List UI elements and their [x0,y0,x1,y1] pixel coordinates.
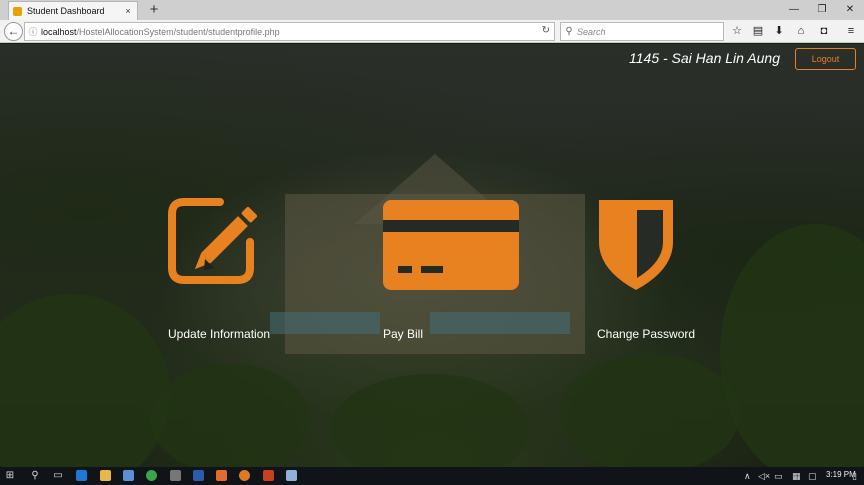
credit-card-icon[interactable] [383,198,523,290]
edge-icon[interactable] [76,470,87,481]
menu-icon[interactable]: ≡ [842,23,860,40]
firefox-icon[interactable] [239,470,250,481]
network-icon[interactable]: ▦ [792,469,801,483]
user-label: 1145 - Sai Han Lin Aung [629,50,780,66]
pocket-icon[interactable]: ◘ [815,23,833,40]
update-information-label[interactable]: Update Information [168,327,270,341]
shield-icon[interactable] [597,198,677,292]
update-information-action[interactable]: Update Information [168,198,328,341]
app-icon[interactable] [170,470,181,481]
pay-bill-action[interactable]: Pay Bill [383,198,543,341]
url-bar[interactable]: ⓘ localhost /HostelAllocationSystem/stud… [24,22,555,41]
sublime-icon[interactable] [216,470,227,481]
os-taskbar: ⊞ ⚲ ▭ ∧ ◁× ▭ ▦ ▢ 3:19 PM ▯ [0,467,864,485]
home-icon[interactable]: ⌂ [792,23,810,40]
edit-icon[interactable] [168,198,278,284]
bookmark-star-icon[interactable]: ☆ [728,23,746,40]
new-tab-button[interactable]: + [145,1,163,19]
background-tree [330,374,530,467]
task-view-icon[interactable]: ▭ [52,470,64,482]
file-explorer-icon[interactable] [100,470,111,481]
change-password-action[interactable]: Change Password [597,198,757,341]
tab-title: Student Dashboard [27,6,105,16]
reload-icon[interactable]: ↻ [542,25,550,36]
site-info-icon[interactable]: ⓘ [25,25,41,38]
background-roof [270,312,380,334]
download-icon[interactable]: ⬇ [770,23,788,40]
store-icon[interactable] [123,470,134,481]
reading-list-icon[interactable]: ▤ [749,23,767,40]
url-host: localhost [41,26,77,37]
app-icon[interactable] [146,470,157,481]
search-icon: ⚲ [565,26,573,37]
restore-icon[interactable]: ❐ [808,0,836,20]
notification-icon[interactable]: ▢ [808,469,817,483]
powerpoint-icon[interactable] [263,470,274,481]
change-password-label[interactable]: Change Password [597,327,695,341]
action-center-icon[interactable]: ▯ [852,469,857,483]
background-tree [150,364,310,467]
word-icon[interactable] [193,470,204,481]
battery-icon[interactable]: ▭ [774,469,783,483]
url-path: /HostelAllocationSystem/student/studentp… [76,26,280,37]
favicon-icon [13,6,22,16]
pay-bill-label[interactable]: Pay Bill [383,327,423,341]
windows-start-icon[interactable]: ⊞ [4,470,16,482]
app-icon[interactable] [286,470,297,481]
tab-close-button[interactable]: × [123,6,133,16]
search-input[interactable]: Search [577,27,606,37]
minimize-icon[interactable]: — [780,0,808,20]
background-roof [430,312,570,334]
search-bar[interactable]: ⚲ Search [560,22,724,41]
browser-nav-bar: ← ⓘ localhost /HostelAllocationSystem/st… [0,20,864,43]
background-tree [560,354,740,467]
logout-button[interactable]: Logout [795,48,856,70]
background-tree [0,294,170,467]
close-window-icon[interactable]: ✕ [836,0,864,20]
tray-chevron-icon[interactable]: ∧ [744,469,751,483]
browser-tab-bar: Student Dashboard × + — ❐ ✕ [0,0,864,20]
browser-tab[interactable]: Student Dashboard × [8,1,138,20]
back-button[interactable]: ← [4,22,23,41]
search-icon[interactable]: ⚲ [29,470,41,482]
dashboard-page: 1145 - Sai Han Lin Aung Logout Update In… [0,44,864,467]
volume-icon[interactable]: ◁× [758,469,770,483]
